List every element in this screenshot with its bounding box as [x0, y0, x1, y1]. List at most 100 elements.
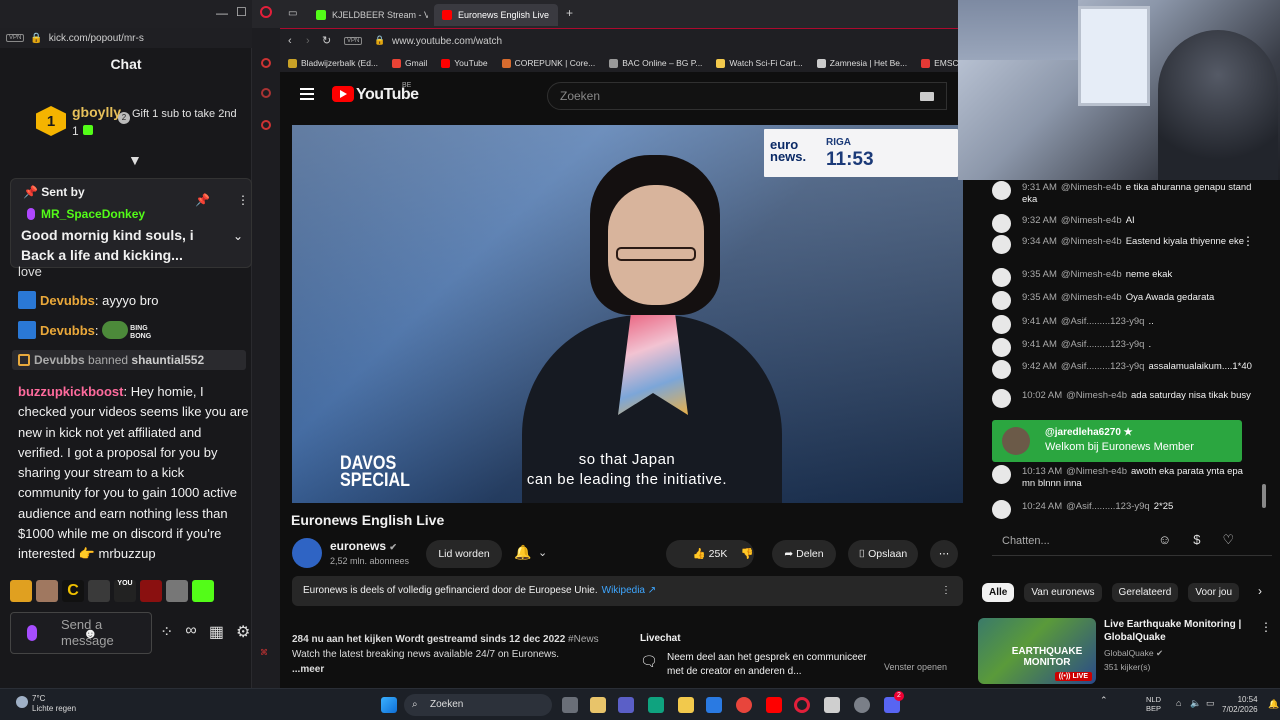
gear-icon[interactable]: ⚙: [236, 622, 250, 642]
maximize-icon[interactable]: ☐: [236, 5, 247, 19]
users-icon[interactable]: ⁘: [160, 622, 173, 642]
pin-icon[interactable]: 📌: [195, 193, 210, 207]
clock[interactable]: 10:54 7/02/2026: [1222, 695, 1258, 715]
message-author[interactable]: @Asif.........123-y9q: [1066, 501, 1150, 512]
infinity-icon[interactable]: ∞: [185, 622, 196, 642]
keyboard-icon[interactable]: [920, 92, 934, 101]
kick-address-bar[interactable]: VPN 🔒 kick.com/popout/mr-s: [0, 28, 252, 48]
teams-icon[interactable]: [618, 697, 634, 713]
emoji-icon[interactable]: ☻: [83, 625, 98, 641]
battery-icon[interactable]: ▭: [1206, 698, 1215, 709]
more-link[interactable]: ...meer: [292, 662, 622, 677]
clock-icon[interactable]: [261, 120, 271, 130]
avatar[interactable]: [992, 389, 1011, 408]
emote[interactable]: [140, 580, 162, 602]
avatar[interactable]: [992, 500, 1011, 519]
bookmark-item[interactable]: Zamnesia | Het Be...: [816, 58, 907, 68]
notification-icon[interactable]: 🔔: [1268, 699, 1279, 710]
emote[interactable]: [192, 580, 214, 602]
opera-icon[interactable]: [794, 697, 810, 713]
mail-icon[interactable]: [706, 697, 722, 713]
explorer-icon[interactable]: [678, 697, 694, 713]
tab-kjeldbeer[interactable]: KJELDBEER Stream - V: [308, 4, 428, 26]
chip-for-you[interactable]: Voor jou: [1188, 582, 1240, 602]
channel-avatar[interactable]: [292, 538, 322, 568]
bookmark-item[interactable]: COREPUNK | Core...: [501, 58, 595, 68]
open-window-button[interactable]: Venster openen: [884, 660, 947, 674]
message-author[interactable]: @Nimesh-e4b: [1061, 236, 1122, 247]
vpn-badge[interactable]: VPN: [344, 37, 363, 45]
message-author[interactable]: @Nimesh-e4b: [1066, 390, 1127, 401]
weather-widget[interactable]: 7°C Lichte regen: [16, 694, 76, 714]
avatar[interactable]: [992, 465, 1011, 484]
url-text[interactable]: www.youtube.com/watch: [392, 36, 502, 47]
pinned-user[interactable]: MR_SpaceDonkey: [26, 207, 145, 221]
super-chat-icon[interactable]: $: [1193, 532, 1200, 548]
avatar[interactable]: [1002, 427, 1030, 455]
chip-from-channel[interactable]: Van euronews: [1024, 582, 1102, 602]
recommended-thumbnail[interactable]: EARTHQUAKE MONITOR ((•)) LIVE: [978, 618, 1096, 684]
tab-list-icon[interactable]: ▭: [288, 8, 297, 19]
more-icon[interactable]: ⋯: [930, 540, 958, 568]
channel-name[interactable]: euronews ✔: [330, 539, 397, 553]
taskbar-search[interactable]: ⌕ Zoeken: [404, 694, 552, 716]
message-author[interactable]: @Asif.........123-y9q: [1061, 361, 1145, 372]
avatar[interactable]: [992, 181, 1011, 200]
minimize-icon[interactable]: —: [216, 6, 228, 20]
language-indicator[interactable]: NLD BEP: [1146, 695, 1161, 713]
message-author[interactable]: @Asif.........123-y9q: [1061, 339, 1145, 350]
settings-icon[interactable]: [854, 697, 870, 713]
chevron-down-icon[interactable]: ⌄: [538, 546, 547, 559]
more-icon[interactable]: ⋮: [1242, 234, 1254, 248]
vpn-badge[interactable]: VPN: [6, 34, 25, 42]
emote[interactable]: [166, 580, 188, 602]
chat-username[interactable]: buzzupkickboost: [18, 384, 123, 399]
avatar[interactable]: [992, 338, 1011, 357]
youtube-logo-icon[interactable]: [332, 86, 354, 102]
share-button[interactable]: ➦ Delen: [772, 540, 836, 568]
more-icon[interactable]: ⋮: [1260, 620, 1272, 634]
chip-related[interactable]: Gerelateerd: [1111, 582, 1179, 602]
recommended-title[interactable]: Live Earthquake Monitoring | GlobalQuake: [1104, 618, 1264, 644]
gift-cta[interactable]: 2 Gift 1 sub to take 2nd: [118, 108, 242, 124]
chip-all[interactable]: Alle: [982, 582, 1015, 602]
chevron-down-icon[interactable]: ⌄: [233, 229, 243, 243]
youtube-icon[interactable]: [766, 697, 782, 713]
back-icon[interactable]: ‹: [288, 35, 292, 47]
heart-icon[interactable]: ♡: [1223, 532, 1235, 548]
opera-logo-icon[interactable]: [260, 6, 272, 18]
chat-username[interactable]: Devubbs: [40, 323, 95, 338]
chat-input[interactable]: Send a message ☻: [10, 612, 152, 654]
message-author[interactable]: @Asif.........123-y9q: [1061, 316, 1145, 327]
network-icon[interactable]: ⌂: [1176, 698, 1181, 708]
sidebar-icon[interactable]: [261, 88, 271, 98]
new-tab-button[interactable]: +: [566, 6, 573, 20]
bookmark-item[interactable]: BAC Online – BG P...: [609, 58, 702, 68]
message-author[interactable]: @Nimesh-e4b: [1061, 182, 1122, 193]
calculator-icon[interactable]: [824, 697, 840, 713]
reload-icon[interactable]: ↻: [322, 34, 331, 47]
emote[interactable]: [36, 580, 58, 602]
forward-icon[interactable]: ›: [306, 35, 310, 47]
video-player[interactable]: euro news. RIGA 11:53 DAVOS SPECIAL so t…: [292, 125, 963, 503]
task-view-icon[interactable]: [562, 697, 578, 713]
store-icon[interactable]: ▦: [209, 622, 224, 642]
emote[interactable]: [88, 580, 110, 602]
message-author[interactable]: @Nimesh-e4b: [1061, 215, 1122, 226]
chevron-right-icon[interactable]: ›: [1258, 584, 1262, 598]
join-button[interactable]: Lid worden: [426, 540, 502, 568]
avatar[interactable]: [992, 360, 1011, 379]
dislike-button[interactable]: 👎: [732, 540, 762, 568]
ban-moderator[interactable]: Devubbs: [34, 353, 85, 367]
avatar[interactable]: [992, 235, 1011, 254]
member-name[interactable]: @jaredleha6270 ★: [1045, 427, 1133, 438]
sidebar-icon[interactable]: [261, 58, 271, 68]
emote[interactable]: [10, 580, 32, 602]
tab-euronews[interactable]: Euronews English Live: [434, 4, 558, 26]
avatar[interactable]: [992, 315, 1011, 334]
emote[interactable]: C: [62, 580, 84, 602]
start-icon[interactable]: [381, 697, 397, 713]
chrome-icon[interactable]: [736, 697, 752, 713]
app-icon[interactable]: [590, 697, 606, 713]
more-icon[interactable]: ⋮: [237, 193, 249, 207]
